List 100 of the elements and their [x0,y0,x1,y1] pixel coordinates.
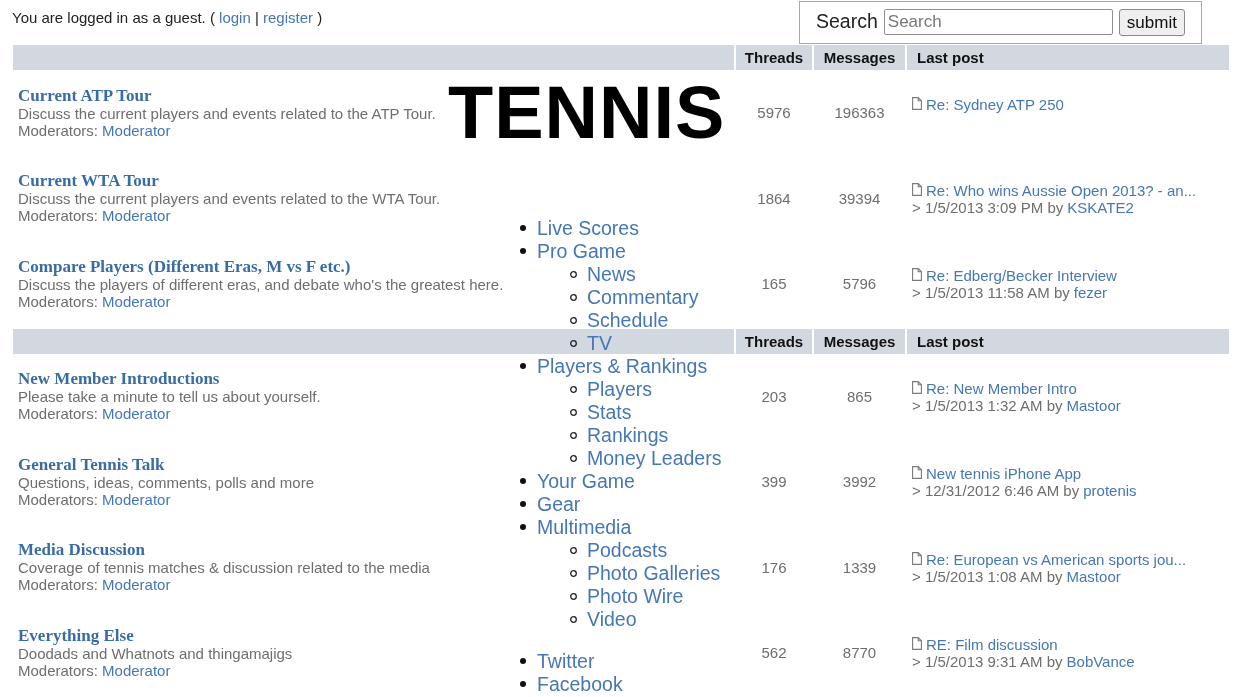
last-post-link[interactable]: Re: Who wins Aussie Open 2013? - an... [926,181,1197,199]
nav-link[interactable]: Players & Rankings [537,354,708,378]
forum-title-link[interactable]: New Member Introductions [18,370,220,389]
nav-link[interactable]: Schedule [587,308,669,332]
nav-link[interactable]: News [587,262,636,286]
moderators-label: Moderators: [18,576,99,594]
column-header: Last post [907,45,1229,70]
circle-bullet-icon [570,270,577,278]
last-post-link[interactable]: Re: Sydney ATP 250 [926,96,1064,113]
submit-button[interactable]: submit [1118,9,1185,36]
document-icon [912,551,922,565]
nav-link[interactable]: Pro Game [537,239,626,263]
last-post-link[interactable]: Re: Edberg/Becker Interview [926,267,1117,284]
message-count: 39394 [838,189,881,207]
document-icon [912,380,922,394]
forum-description: Doodads and Whatnots and thingamajigs [18,644,293,662]
message-count: 196363 [834,104,885,122]
search-label: Search [816,9,878,33]
bullet-icon [520,248,526,254]
thread-count: 165 [761,275,787,293]
nav-link[interactable]: Video [587,607,637,631]
site-logo: TENNIS [448,76,726,150]
forum-description: Discuss the players of different eras, and debate who's the greatest here. [18,275,504,293]
document-icon [912,97,922,110]
bullet-icon [520,478,526,484]
forum-description: Please take a minute to tell us about yourself. [18,388,321,406]
forum-title-link[interactable]: Everything Else [18,626,134,645]
nav-link[interactable]: Live Scores [537,216,639,240]
post-date: > 1/5/2013 1:32 AM by [912,396,1063,414]
nav-link[interactable]: TV [587,331,612,355]
forum-description: Coverage of tennis matches & discussion related to the media [18,559,430,577]
moderators-label: Moderators: [18,207,99,225]
author-link[interactable]: Mastoor [1066,567,1121,585]
column-header: Last post [907,328,1229,354]
bullet-icon [520,225,526,231]
post-date: > 1/5/2013 1:08 AM by [912,567,1063,585]
moderator-link[interactable]: Moderator [102,576,171,594]
last-post-link[interactable]: New tennis iPhone App [926,465,1082,482]
column-header: Messages [814,328,905,354]
moderators-label: Moderators: [18,292,99,310]
moderator-link[interactable]: Moderator [102,207,171,225]
nav-link[interactable]: Commentary [587,285,699,309]
nav-link[interactable]: Multimedia [537,515,632,539]
moderators-label: Moderators: [18,405,99,423]
circle-bullet-icon [570,408,577,416]
message-count: 1339 [842,558,877,576]
nav-link[interactable]: Your Game [537,469,635,493]
forum-title-link[interactable]: Current ATP Tour [18,86,152,105]
thread-count: 399 [761,473,787,491]
moderator-link[interactable]: Moderator [102,292,171,310]
nav-link[interactable]: Stats [587,400,632,424]
circle-bullet-icon [570,293,577,301]
forum-description: Discuss the current players and events related to the ATP Tour. [18,104,436,122]
moderator-link[interactable]: Moderator [102,661,171,679]
post-date: > 1/5/2013 11:58 AM by [912,284,1070,301]
forum-title-link[interactable]: Current WTA Tour [18,172,159,191]
forum-description: Questions, ideas, comments, polls and more [18,473,314,491]
circle-bullet-icon [570,592,577,600]
document-icon [912,268,922,281]
author-link[interactable]: BobVance [1066,653,1135,670]
register-link[interactable]: register [263,9,314,26]
circle-bullet-icon [570,316,577,324]
last-post-link[interactable]: Re: European vs American sports jou... [926,550,1187,568]
moderator-link[interactable]: Moderator [102,121,171,139]
bullet-icon [520,658,526,664]
moderator-link[interactable]: Moderator [102,405,171,423]
moderators-label: Moderators: [18,661,99,679]
nav-link[interactable]: Players [587,377,653,401]
forum-title-link[interactable]: General Tennis Talk [18,455,165,474]
circle-bullet-icon [570,385,577,393]
nav-link[interactable]: Podcasts [587,538,668,562]
last-post-link[interactable]: Re: New Member Intro [926,379,1077,397]
circle-bullet-icon [570,546,577,554]
login-link[interactable]: login [219,9,251,26]
bullet-icon [520,681,526,687]
nav-link[interactable]: Money Leaders [587,446,722,470]
forum-title-link[interactable]: Media Discussion [18,541,146,560]
message-count: 8770 [842,644,877,662]
social-link[interactable]: Facebook [537,672,623,696]
bullet-icon [520,501,526,507]
author-link[interactable]: fezer [1073,284,1108,301]
nav-link[interactable]: Photo Wire [587,584,684,608]
thread-count: 176 [761,558,787,576]
thread-count: 1864 [757,189,791,207]
author-link[interactable]: protenis [1083,482,1137,499]
moderator-link[interactable]: Moderator [102,490,171,508]
author-link[interactable]: Mastoor [1066,396,1121,414]
forum-title-link[interactable]: Compare Players (Different Eras, M vs F etc.) [18,257,351,276]
last-post-link[interactable]: RE: Film discussion [926,636,1058,653]
social-link[interactable]: Twitter [537,649,595,673]
post-date: > 1/5/2013 3:09 PM by [912,198,1064,216]
nav-link[interactable]: Rankings [587,423,669,447]
column-header: Messages [814,45,905,70]
search-input[interactable]: Search [883,9,1113,35]
document-icon [912,182,922,196]
moderators-label: Moderators: [18,121,99,139]
nav-link[interactable]: Gear [537,492,581,516]
bullet-icon [520,363,526,369]
nav-link[interactable]: Photo Galleries [587,561,721,585]
author-link[interactable]: KSKATE2 [1067,198,1134,216]
